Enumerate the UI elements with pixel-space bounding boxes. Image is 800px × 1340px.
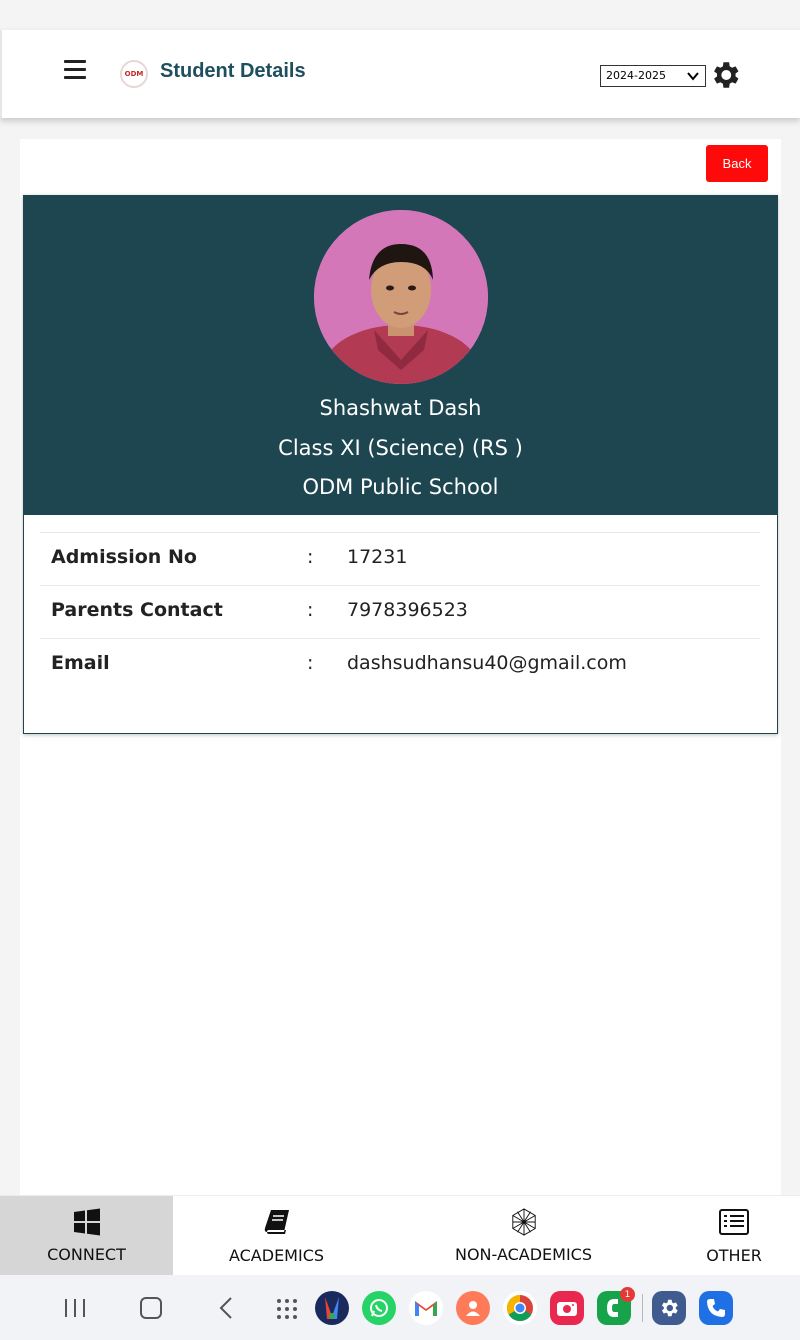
nav-non-academics-label: NON-ACADEMICS <box>454 1245 592 1264</box>
nav-connect-label: CONNECT <box>47 1245 126 1264</box>
school-name: ODM Public School <box>302 475 499 499</box>
notification-badge: 1 <box>620 1287 635 1302</box>
chrome-icon[interactable] <box>503 1291 537 1325</box>
detail-label: Parents Contact <box>51 599 223 621</box>
nav-connect[interactable]: CONNECT <box>0 1196 173 1276</box>
detail-colon: : <box>307 546 314 568</box>
google-news-icon[interactable] <box>315 1291 349 1325</box>
dock-divider <box>642 1294 643 1322</box>
details-table: Admission No : 17231 Parents Contact : 7… <box>40 532 760 691</box>
app-drawer-icon[interactable] <box>275 1297 299 1321</box>
gear-icon[interactable] <box>708 58 742 92</box>
chevron-down-icon <box>687 72 699 81</box>
windows-icon <box>73 1208 100 1236</box>
list-icon <box>719 1209 749 1235</box>
detail-row-parents-contact: Parents Contact : 7978396523 <box>40 585 760 638</box>
detail-colon: : <box>307 599 314 621</box>
phone-icon[interactable] <box>699 1291 733 1325</box>
detail-row-email: Email : dashsudhansu40@gmail.com <box>40 638 760 691</box>
detail-value: dashsudhansu40@gmail.com <box>347 652 627 674</box>
nav-other-label: OTHER <box>706 1246 762 1265</box>
student-avatar <box>314 210 488 384</box>
android-system-bar <box>0 1275 800 1340</box>
student-photo <box>314 210 488 384</box>
nav-other[interactable]: OTHER <box>680 1196 788 1276</box>
detail-value: 7978396523 <box>347 599 468 621</box>
gmail-icon[interactable] <box>409 1291 443 1325</box>
back-nav-icon[interactable] <box>216 1297 236 1319</box>
detail-value: 17231 <box>347 546 408 568</box>
camera-icon[interactable] <box>550 1291 584 1325</box>
school-logo-text: ODM <box>124 70 144 78</box>
detail-colon: : <box>307 652 314 674</box>
academic-year-value: 2024-2025 <box>606 69 666 82</box>
profile-header: Shashwat Dash Class XI (Science) (RS ) O… <box>24 196 777 515</box>
recent-apps-icon[interactable] <box>63 1297 87 1319</box>
top-app-bar: ODM Student Details 2024-2025 <box>0 30 800 118</box>
detail-label: Admission No <box>51 546 197 568</box>
settings-icon[interactable] <box>652 1291 686 1325</box>
detail-label: Email <box>51 652 110 674</box>
back-button[interactable]: Back <box>706 145 768 182</box>
student-class: Class XI (Science) (RS ) <box>278 436 523 460</box>
school-logo: ODM <box>120 60 148 88</box>
nav-non-academics[interactable]: NON-ACADEMICS <box>430 1196 617 1276</box>
detail-row-admission: Admission No : 17231 <box>40 532 760 585</box>
home-icon[interactable] <box>139 1297 163 1319</box>
page-title: Student Details <box>160 60 306 82</box>
bottom-navigation: CONNECT ACADEMICS NON-ACADEMICS OTHER <box>0 1195 800 1276</box>
student-profile-card: Shashwat Dash Class XI (Science) (RS ) O… <box>23 195 778 734</box>
nav-academics-label: ACADEMICS <box>228 1246 325 1265</box>
sphere-icon <box>511 1208 536 1236</box>
student-name: Shashwat Dash <box>319 396 482 420</box>
menu-icon[interactable] <box>64 60 86 80</box>
contacts-icon[interactable] <box>456 1291 490 1325</box>
nav-academics[interactable]: ACADEMICS <box>180 1196 373 1276</box>
book-icon <box>264 1210 289 1234</box>
academic-year-select[interactable]: 2024-2025 <box>600 65 706 87</box>
whatsapp-icon[interactable] <box>362 1291 396 1325</box>
